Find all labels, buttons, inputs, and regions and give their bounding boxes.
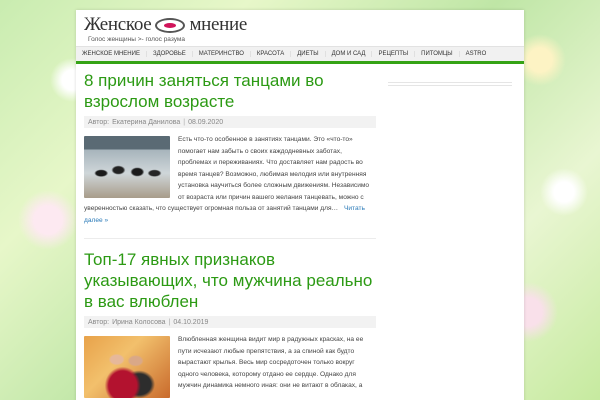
site-header: Женское мнение Голос женщины >- голос ра… [76, 10, 524, 44]
post-title-link[interactable]: Топ-17 явных признаков указывающих, что … [84, 249, 376, 312]
main-navigation: Женское мнение Здоровье Материнство Крас… [76, 46, 524, 64]
post-meta: Автор: Ирина Колосова | 04.10.2019 [84, 316, 376, 328]
post-title-link[interactable]: 8 причин заняться танцами во взрослом во… [84, 70, 376, 112]
sidebar-divider [388, 82, 512, 83]
post-card: Топ-17 явных признаков указывающих, что … [84, 249, 376, 398]
nav-item-health[interactable]: Здоровье [145, 51, 192, 57]
lips-icon [155, 17, 186, 33]
page-container: Женское мнение Голос женщины >- голос ра… [76, 10, 524, 400]
nav-item-astro[interactable]: Astro [458, 51, 493, 57]
author-label: Автор: [88, 118, 110, 126]
post-card: 8 причин заняться танцами во взрослом во… [84, 70, 376, 226]
nav-item-motherhood[interactable]: Материнство [191, 51, 250, 57]
meta-separator: | [168, 318, 171, 326]
post-excerpt: Влюбленная женщина видит мир в радужных … [84, 334, 376, 398]
post-excerpt: Есть что-то особенное в занятиях танцами… [84, 134, 376, 226]
post-excerpt-text: Влюбленная женщина видит мир в радужных … [178, 336, 364, 389]
site-tagline: Голос женщины >- голос разума [88, 36, 186, 43]
sidebar-divider [388, 85, 512, 86]
nav-item-beauty[interactable]: Красота [249, 51, 290, 57]
nav-item-diets[interactable]: Диеты [290, 51, 324, 57]
meta-separator: | [183, 118, 186, 126]
author-name: Ирина Колосова [112, 318, 166, 326]
post-divider [84, 238, 376, 239]
sidebar [388, 72, 512, 86]
nav-item-womens-opinion[interactable]: Женское мнение [76, 51, 146, 57]
logo-text-left: Женское [84, 14, 152, 35]
content-area: 8 причин заняться танцами во взрослом во… [84, 70, 376, 400]
site-logo[interactable]: Женское мнение [84, 14, 516, 36]
nav-item-pets[interactable]: Питомцы [414, 51, 458, 57]
author-name: Екатерина Данилова [112, 118, 181, 126]
post-date: 08.09.2020 [188, 118, 224, 126]
author-label: Автор: [88, 318, 110, 326]
logo-text-right: мнение [189, 14, 248, 35]
post-meta: Автор: Екатерина Данилова | 08.09.2020 [84, 116, 376, 128]
post-thumbnail[interactable] [84, 136, 170, 198]
post-thumbnail[interactable] [84, 336, 170, 398]
post-date: 04.10.2019 [173, 318, 209, 326]
nav-item-home-garden[interactable]: Дом и сад [324, 51, 372, 57]
nav-item-recipes[interactable]: Рецепты [371, 51, 414, 57]
